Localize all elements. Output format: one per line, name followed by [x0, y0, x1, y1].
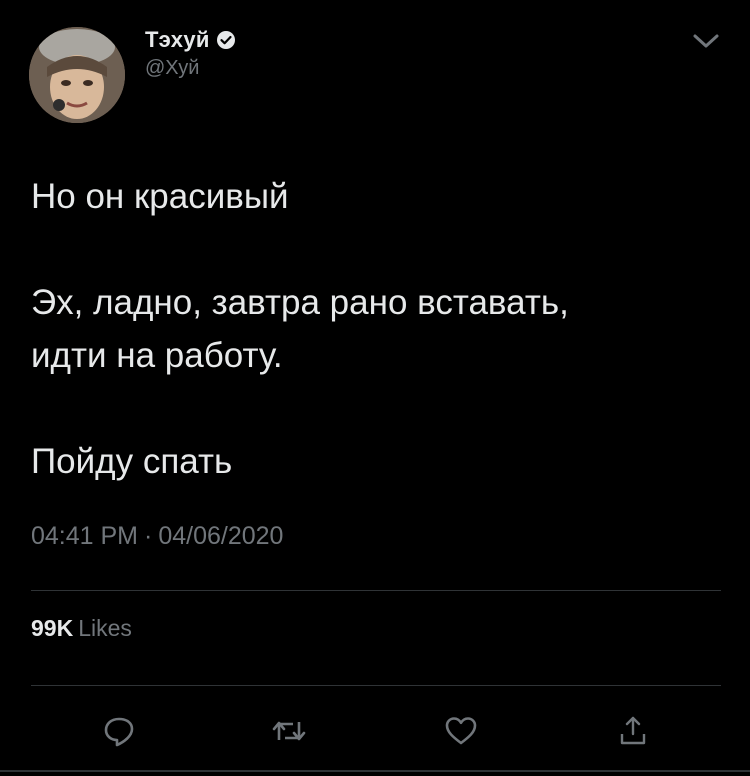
divider — [31, 685, 721, 686]
tweet-text: Но он красивый Эх, ладно, завтра рано вс… — [31, 170, 721, 488]
tweet-line: идти на работу. — [31, 336, 283, 375]
tweet-date: 04/06/2020 — [158, 522, 284, 550]
avatar[interactable] — [29, 27, 125, 123]
share-button[interactable] — [611, 711, 655, 755]
tweet-line: Но он красивый — [31, 177, 289, 216]
retweet-icon — [271, 714, 307, 753]
chevron-down-icon — [691, 31, 721, 56]
author-handle[interactable]: @Хуй — [145, 57, 199, 80]
tweet-detail: Тэхуй @Хуй Но он красивый Эх, ладно, зав… — [0, 0, 750, 776]
more-options-button[interactable] — [686, 28, 726, 58]
likes-stat[interactable]: 99K Likes — [31, 615, 132, 642]
author-display-name[interactable]: Тэхуй — [145, 27, 210, 53]
tweet-line: Пойду спать — [31, 442, 233, 481]
reply-icon — [102, 714, 136, 753]
action-bar — [0, 705, 750, 761]
tweet-timestamp[interactable]: 04:41 PM · 04/06/2020 — [31, 522, 283, 551]
likes-label: Likes — [78, 615, 132, 641]
meta-separator: · — [144, 522, 153, 550]
reply-button[interactable] — [97, 711, 141, 755]
retweet-button[interactable] — [267, 711, 311, 755]
author-name-row[interactable]: Тэхуй — [145, 26, 236, 54]
tweet-time: 04:41 PM — [31, 522, 139, 550]
like-button[interactable] — [439, 711, 483, 755]
tweet-line: Эх, ладно, завтра рано вставать, — [31, 283, 569, 322]
likes-count: 99K — [31, 615, 74, 641]
share-icon — [618, 714, 648, 753]
divider — [31, 590, 721, 591]
verified-badge-icon — [216, 30, 236, 50]
bottom-divider — [0, 770, 750, 772]
heart-icon — [443, 714, 479, 753]
